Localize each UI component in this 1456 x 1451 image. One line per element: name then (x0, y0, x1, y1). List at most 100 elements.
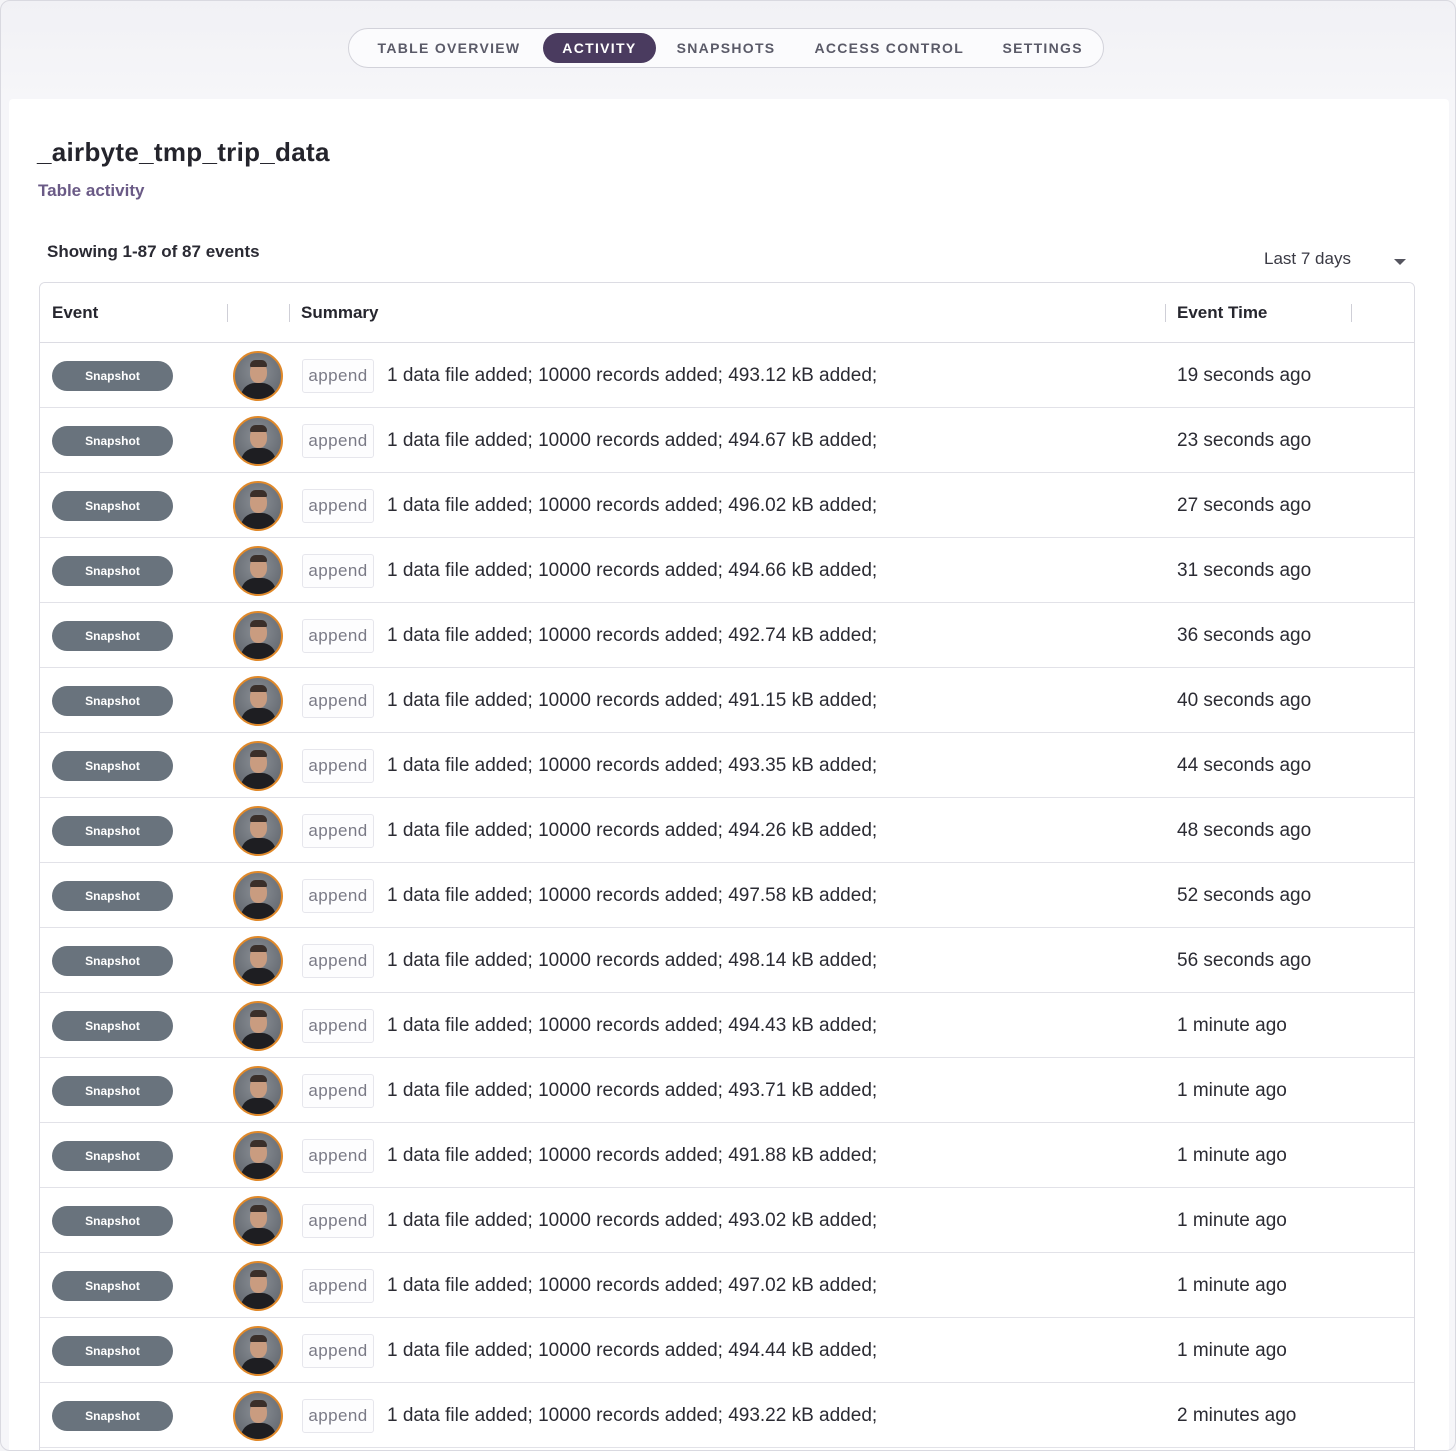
column-divider[interactable] (289, 304, 290, 322)
event-summary: 1 data file added; 10000 records added; … (387, 560, 878, 581)
table-row[interactable]: Snapshot append 1 data file added; 10000… (40, 1188, 1414, 1253)
event-summary: 1 data file added; 10000 records added; … (387, 430, 878, 451)
event-type-badge[interactable]: Snapshot (52, 491, 173, 521)
page-title: _airbyte_tmp_trip_data (37, 137, 330, 167)
column-divider[interactable] (227, 304, 228, 322)
event-type-badge[interactable]: Snapshot (52, 361, 173, 391)
table-row[interactable]: Snapshot append 1 data file added; 10000… (40, 1123, 1414, 1188)
event-time: 40 seconds ago (1177, 690, 1312, 711)
user-avatar[interactable] (233, 416, 283, 466)
tab-table-overview[interactable]: TABLE OVERVIEW (357, 33, 541, 63)
caret-down-icon (1394, 259, 1406, 265)
event-time: 52 seconds ago (1177, 885, 1312, 906)
event-type-badge[interactable]: Snapshot (52, 1206, 173, 1236)
operation-tag: append (302, 879, 374, 913)
operation-tag: append (302, 359, 374, 393)
user-avatar[interactable] (233, 1261, 283, 1311)
event-type-badge[interactable]: Snapshot (52, 1271, 173, 1301)
event-type-badge[interactable]: Snapshot (52, 1401, 173, 1431)
operation-tag: append (302, 814, 374, 848)
operation-tag: append (302, 424, 374, 458)
operation-tag: append (302, 1334, 374, 1368)
table-row[interactable]: Snapshot append 1 data file added; 10000… (40, 863, 1414, 928)
table-row[interactable]: Snapshot append 1 data file added; 10000… (40, 993, 1414, 1058)
table-row[interactable]: Snapshot append 1 data file added; 10000… (40, 1318, 1414, 1383)
event-type-badge[interactable]: Snapshot (52, 686, 173, 716)
table-row[interactable]: Snapshot append 1 data file added; 10000… (40, 603, 1414, 668)
event-type-badge[interactable]: Snapshot (52, 1076, 173, 1106)
event-time: 1 minute ago (1177, 1015, 1287, 1036)
event-time: 31 seconds ago (1177, 560, 1312, 581)
event-type-badge[interactable]: Snapshot (52, 1141, 173, 1171)
tab-bar: TABLE OVERVIEW ACTIVITY SNAPSHOTS ACCESS… (348, 28, 1104, 68)
user-avatar[interactable] (233, 1131, 283, 1181)
column-header-event-time[interactable]: Event Time (1177, 303, 1267, 323)
user-avatar[interactable] (233, 1196, 283, 1246)
time-range-dropdown[interactable]: Last 7 days (1264, 249, 1414, 275)
user-avatar[interactable] (233, 1391, 283, 1441)
event-type-badge[interactable]: Snapshot (52, 881, 173, 911)
user-avatar[interactable] (233, 676, 283, 726)
event-type-badge[interactable]: Snapshot (52, 946, 173, 976)
event-time: 1 minute ago (1177, 1340, 1287, 1361)
table-row[interactable]: Snapshot append 1 data file added; 10000… (40, 798, 1414, 863)
event-time: 1 minute ago (1177, 1275, 1287, 1296)
user-avatar[interactable] (233, 871, 283, 921)
table-row[interactable]: Snapshot append 1 data file added; 10000… (40, 538, 1414, 603)
user-avatar[interactable] (233, 546, 283, 596)
event-summary: 1 data file added; 10000 records added; … (387, 1015, 878, 1036)
tab-settings[interactable]: SETTINGS (984, 33, 1101, 63)
column-header-summary[interactable]: Summary (301, 303, 378, 323)
event-type-badge[interactable]: Snapshot (52, 621, 173, 651)
app-window: TABLE OVERVIEW ACTIVITY SNAPSHOTS ACCESS… (0, 0, 1456, 1451)
event-type-badge[interactable]: Snapshot (52, 1336, 173, 1366)
event-summary: 1 data file added; 10000 records added; … (387, 495, 878, 516)
operation-tag: append (302, 619, 374, 653)
column-header-event[interactable]: Event (52, 303, 98, 323)
event-summary: 1 data file added; 10000 records added; … (387, 950, 878, 971)
table-row[interactable]: Snapshot append 1 data file added; 10000… (40, 1058, 1414, 1123)
table-row[interactable]: Snapshot append 1 data file added; 10000… (40, 668, 1414, 733)
event-summary: 1 data file added; 10000 records added; … (387, 885, 878, 906)
event-summary: 1 data file added; 10000 records added; … (387, 1340, 878, 1361)
event-type-badge[interactable]: Snapshot (52, 816, 173, 846)
user-avatar[interactable] (233, 806, 283, 856)
table-row[interactable]: Snapshot append 1 data file added; 10000… (40, 1253, 1414, 1318)
table-row[interactable]: Snapshot append 1 data file added; 10000… (40, 473, 1414, 538)
event-summary: 1 data file added; 10000 records added; … (387, 820, 878, 841)
user-avatar[interactable] (233, 1001, 283, 1051)
tab-access-control[interactable]: ACCESS CONTROL (796, 33, 982, 63)
user-avatar[interactable] (233, 611, 283, 661)
event-type-badge[interactable]: Snapshot (52, 556, 173, 586)
column-divider[interactable] (1165, 304, 1166, 322)
operation-tag: append (302, 1074, 374, 1108)
operation-tag: append (302, 1009, 374, 1043)
table-row[interactable]: Snapshot append 1 data file added; 10000… (40, 733, 1414, 798)
user-avatar[interactable] (233, 351, 283, 401)
event-time: 1 minute ago (1177, 1080, 1287, 1101)
operation-tag: append (302, 1269, 374, 1303)
event-time: 44 seconds ago (1177, 755, 1312, 776)
user-avatar[interactable] (233, 936, 283, 986)
event-time: 1 minute ago (1177, 1210, 1287, 1231)
time-range-label: Last 7 days (1264, 249, 1351, 268)
tab-activity[interactable]: ACTIVITY (543, 33, 656, 63)
operation-tag: append (302, 1399, 374, 1433)
table-row[interactable]: Snapshot append 1 data file added; 10000… (40, 408, 1414, 473)
content-card: _airbyte_tmp_trip_data Table activity Sh… (9, 99, 1449, 1450)
column-divider[interactable] (1351, 304, 1352, 322)
user-avatar[interactable] (233, 741, 283, 791)
event-type-badge[interactable]: Snapshot (52, 426, 173, 456)
operation-tag: append (302, 489, 374, 523)
user-avatar[interactable] (233, 1326, 283, 1376)
event-type-badge[interactable]: Snapshot (52, 1011, 173, 1041)
table-row[interactable]: Snapshot append 1 data file added; 10000… (40, 928, 1414, 993)
event-time: 23 seconds ago (1177, 430, 1312, 451)
table-row[interactable]: Snapshot append 1 data file added; 10000… (40, 1383, 1414, 1448)
event-time: 27 seconds ago (1177, 495, 1312, 516)
event-type-badge[interactable]: Snapshot (52, 751, 173, 781)
user-avatar[interactable] (233, 481, 283, 531)
table-row[interactable]: Snapshot append 1 data file added; 10000… (40, 343, 1414, 408)
user-avatar[interactable] (233, 1066, 283, 1116)
tab-snapshots[interactable]: SNAPSHOTS (658, 33, 795, 63)
